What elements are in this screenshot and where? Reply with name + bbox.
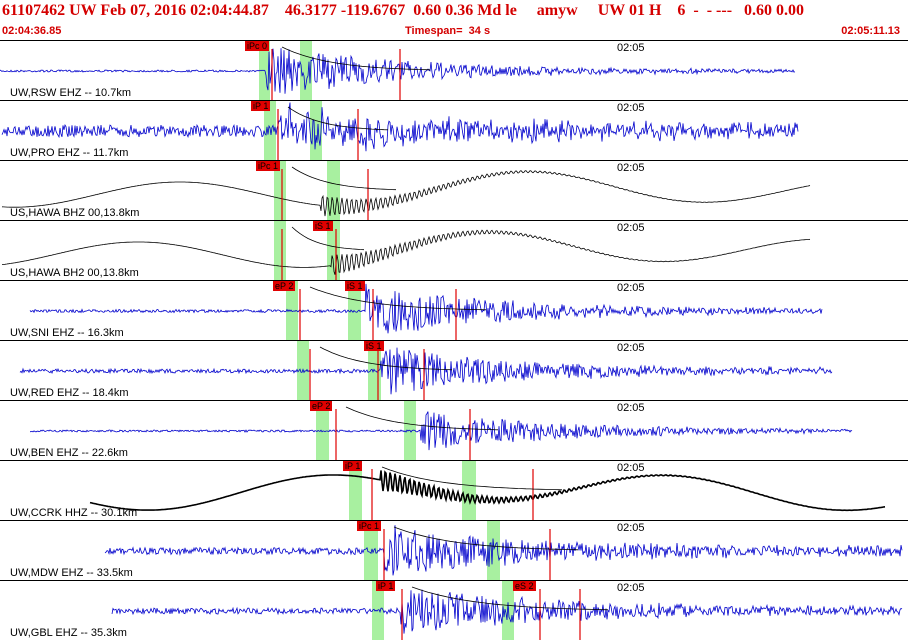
time-tick-label: 02:05 — [617, 402, 645, 414]
time-tick-label: 02:05 — [617, 462, 645, 474]
channel-panel[interactable]: eP 2 02:05 UW,BEN EHZ -- 22.6km — [0, 400, 908, 460]
pick-flag[interactable]: eP 2 — [310, 401, 333, 411]
waveform-plot[interactable] — [0, 101, 908, 160]
pick-flag[interactable]: eS 2 — [513, 581, 536, 591]
pick-flag[interactable]: iPc 1 — [256, 161, 281, 171]
coda-window — [462, 461, 476, 520]
seismogram-trace — [30, 411, 853, 451]
waveform-panels[interactable]: iPc 0 02:05 UW,RSW EHZ -- 10.7km iP 1 02:05 U… — [0, 40, 908, 640]
time-tick-label: 02:05 — [617, 522, 645, 534]
time-tick-label: 02:05 — [617, 222, 645, 234]
time-tick-label: 02:05 — [617, 162, 645, 174]
channel-panel[interactable]: iP 1 eS 2 02:05 UW,GBL EHZ -- 35.3km — [0, 580, 908, 640]
event-header: 61107462 UW Feb 07, 2016 02:04:44.87 46.… — [0, 0, 908, 40]
time-tick-label: 02:05 — [617, 282, 645, 294]
coda-window — [310, 101, 322, 160]
pick-flag[interactable]: iP 1 — [343, 461, 363, 471]
seismogram-trace — [1, 102, 799, 152]
pick-flag[interactable]: eP 2 — [273, 281, 296, 291]
channel-panel[interactable]: iPc 1 02:05 UW,MDW EHZ -- 33.5km — [0, 520, 908, 580]
channel-panel[interactable]: iS 1 02:05 US,HAWA BH2 00,13.8km — [0, 220, 908, 280]
channel-panel[interactable]: iP 1 02:05 UW,PRO EHZ -- 11.7km — [0, 100, 908, 160]
channel-label: UW,SNI EHZ -- 16.3km — [10, 327, 124, 339]
channel-panel[interactable]: eP 2 iS 1 02:05 UW,SNI EHZ -- 16.3km — [0, 280, 908, 340]
time-tick-label: 02:05 — [617, 102, 645, 114]
channel-label: UW,GBL EHZ -- 35.3km — [10, 627, 127, 639]
channel-panel[interactable]: iPc 1 02:05 US,HAWA BHZ 00,13.8km — [0, 160, 908, 220]
channel-panel[interactable]: iS 1 02:05 UW,RED EHZ -- 18.4km — [0, 340, 908, 400]
coda-window — [274, 221, 286, 280]
seismogram-trace — [104, 525, 903, 576]
start-time: 02:04:36.85 — [2, 25, 62, 37]
pick-flag[interactable]: iP 1 — [251, 101, 271, 111]
pick-flag[interactable]: iS 1 — [313, 221, 333, 231]
seismogram-trace — [89, 470, 886, 512]
pick-flag[interactable]: iPc 1 — [357, 521, 382, 531]
channel-label: US,HAWA BH2 00,13.8km — [10, 267, 139, 279]
coda-curve — [291, 166, 397, 191]
waveform-plot[interactable] — [0, 581, 908, 640]
time-tick-label: 02:05 — [617, 342, 645, 354]
channel-label: UW,RSW EHZ -- 10.7km — [10, 87, 132, 99]
channel-label: UW,MDW EHZ -- 33.5km — [10, 567, 133, 579]
channel-panel[interactable]: iP 1 02:05 UW,CCRK HHZ -- 30.1km — [0, 460, 908, 520]
time-tick-label: 02:05 — [617, 42, 645, 54]
pick-flag[interactable]: iPc 0 — [245, 41, 270, 51]
channel-label: UW,PRO EHZ -- 11.7km — [10, 147, 129, 159]
channel-label: UW,RED EHZ -- 18.4km — [10, 387, 129, 399]
channel-label: UW,BEN EHZ -- 22.6km — [10, 447, 128, 459]
time-tick-label: 02:05 — [617, 582, 645, 594]
seismogram-trace — [19, 347, 833, 395]
channel-label: UW,CCRK HHZ -- 30.1km — [10, 507, 138, 519]
end-time: 02:05:11.13 — [841, 25, 900, 37]
event-title: 61107462 UW Feb 07, 2016 02:04:44.87 46.… — [2, 2, 805, 19]
pick-flag[interactable]: iS 1 — [364, 341, 384, 351]
seismogram-trace — [29, 283, 823, 334]
pick-flag[interactable]: iP 1 — [376, 581, 396, 591]
waveform-plot[interactable] — [0, 41, 908, 100]
waveform-plot[interactable] — [0, 281, 908, 340]
waveform-plot[interactable] — [0, 521, 908, 580]
channel-label: US,HAWA BHZ 00,13.8km — [10, 207, 140, 219]
waveform-plot[interactable] — [0, 401, 908, 460]
channel-panel[interactable]: iPc 0 02:05 UW,RSW EHZ -- 10.7km — [0, 40, 908, 100]
waveform-plot[interactable] — [0, 341, 908, 400]
pick-flag[interactable]: iS 1 — [345, 281, 365, 291]
timespan-label: Timespan= 34 s — [405, 25, 491, 37]
